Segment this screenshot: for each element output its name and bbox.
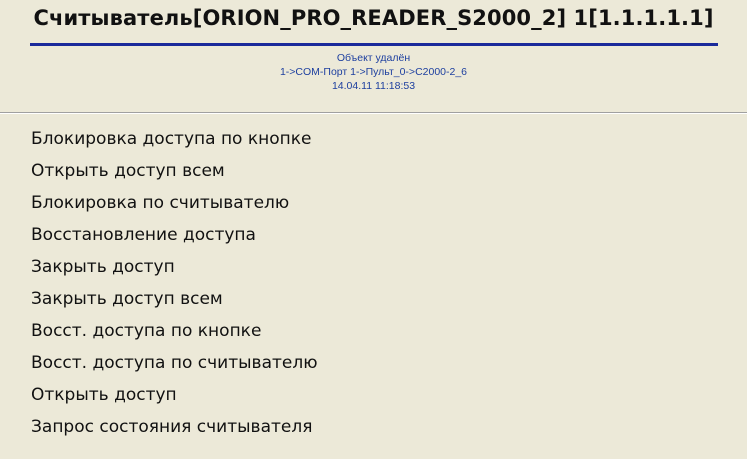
menu-item-restore-access[interactable]: Восстановление доступа — [0, 219, 747, 251]
menu-item-restore-access-by-button[interactable]: Восст. доступа по кнопке — [0, 315, 747, 347]
device-title: Считыватель[ORION_PRO_READER_S2000_2] 1[… — [33, 6, 714, 30]
device-path: 1->COM-Порт 1->Пульт_0->С2000-2_6 — [279, 66, 468, 78]
menu-item-label: Открыть доступ — [31, 385, 177, 405]
menu-item-block-by-reader[interactable]: Блокировка по считывателю — [0, 187, 747, 219]
menu-item-close-access-all[interactable]: Закрыть доступ всем — [0, 283, 747, 315]
object-status: Объект удалён — [336, 52, 411, 64]
menu-item-label: Блокировка доступа по кнопке — [31, 129, 312, 149]
menu-item-open-access[interactable]: Открыть доступ — [0, 379, 747, 411]
menu-item-label: Восст. доступа по считывателю — [31, 353, 318, 373]
context-menu-window: Считыватель[ORION_PRO_READER_S2000_2] 1[… — [0, 0, 747, 459]
menu-item-label: Восст. доступа по кнопке — [31, 321, 262, 341]
command-menu: Блокировка доступа по кнопке Открыть дос… — [0, 114, 747, 459]
menu-item-label: Открыть доступ всем — [31, 161, 225, 181]
menu-item-restore-access-by-reader[interactable]: Восст. доступа по считывателю — [0, 347, 747, 379]
menu-item-block-access-by-button[interactable]: Блокировка доступа по кнопке — [0, 123, 747, 155]
menu-item-label: Закрыть доступ всем — [31, 289, 223, 309]
event-timestamp: 14.04.11 11:18:53 — [331, 80, 416, 92]
menu-item-label: Блокировка по считывателю — [31, 193, 290, 213]
menu-item-label: Восстановление доступа — [31, 225, 256, 245]
title-underline — [30, 43, 718, 46]
menu-item-close-access[interactable]: Закрыть доступ — [0, 251, 747, 283]
menu-header: Считыватель[ORION_PRO_READER_S2000_2] 1[… — [0, 0, 747, 112]
menu-item-request-reader-state[interactable]: Запрос состояния считывателя — [0, 411, 747, 443]
menu-item-label: Запрос состояния считывателя — [31, 417, 313, 437]
menu-item-label: Закрыть доступ — [31, 257, 175, 277]
menu-item-open-access-all[interactable]: Открыть доступ всем — [0, 155, 747, 187]
